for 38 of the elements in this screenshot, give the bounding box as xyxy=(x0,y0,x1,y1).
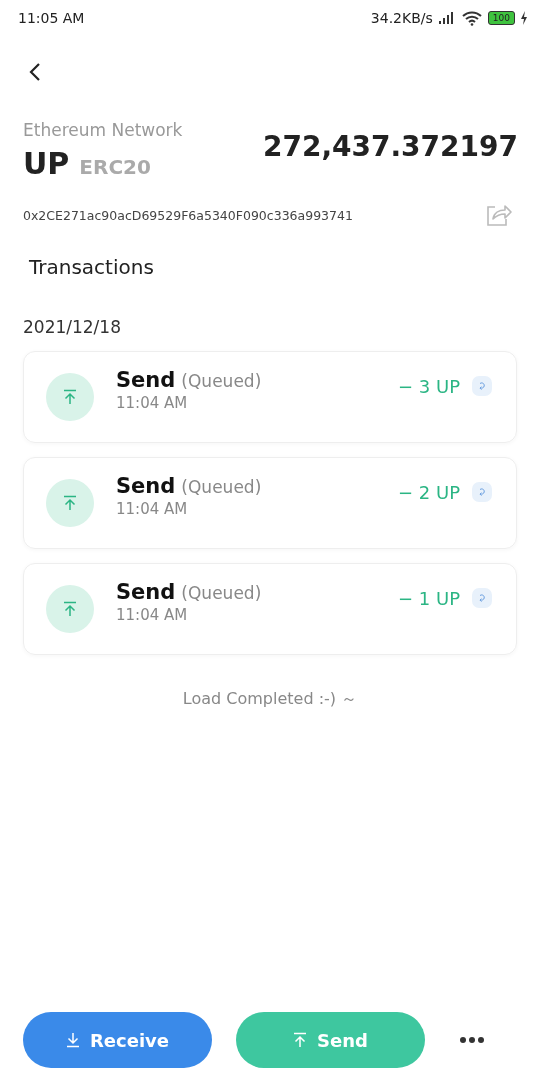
transaction-card[interactable]: Send (Queued) 11:04 AM − 1 UP xyxy=(23,563,517,655)
token-balance: 272,437.372197 xyxy=(262,130,518,165)
refresh-icon[interactable] xyxy=(472,588,492,608)
transaction-type: Send xyxy=(116,368,176,392)
transaction-status: (Queued) xyxy=(181,477,262,497)
load-status: Load Completed :-) ～ xyxy=(181,689,359,710)
transaction-amount: − 2 UP xyxy=(398,481,460,503)
token-standard: ERC20 xyxy=(79,155,151,179)
refresh-icon[interactable] xyxy=(472,376,492,396)
token-symbol: UP xyxy=(23,146,70,181)
section-title: Transactions xyxy=(28,254,155,279)
network-name: Ethereum Network xyxy=(23,120,183,140)
transaction-status: (Queued) xyxy=(181,583,262,603)
transaction-amount: − 1 UP xyxy=(398,587,460,609)
battery-indicator: 100 xyxy=(487,11,515,25)
refresh-icon[interactable] xyxy=(472,482,492,502)
upload-arrow-icon xyxy=(293,1032,308,1048)
share-icon[interactable] xyxy=(486,203,512,227)
clock-time: 11:05 AM xyxy=(18,10,85,26)
transaction-type: Send xyxy=(116,580,176,604)
transaction-card[interactable]: Send (Queued) 11:04 AM − 3 UP xyxy=(23,351,517,443)
transaction-time: 11:04 AM xyxy=(116,606,189,624)
back-icon[interactable] xyxy=(28,62,42,82)
date-heading: 2021/12/18 xyxy=(22,316,122,337)
transaction-card[interactable]: Send (Queued) 11:04 AM − 2 UP xyxy=(23,457,517,549)
transaction-time: 11:04 AM xyxy=(116,500,189,518)
charging-icon xyxy=(520,11,528,25)
signal-icon xyxy=(437,11,456,25)
more-icon[interactable] xyxy=(459,1036,485,1044)
transaction-status: (Queued) xyxy=(181,371,262,391)
wallet-address: 0x2CE271ac90acD69529F6a5340F090c336a993741 xyxy=(23,207,353,223)
transaction-type: Send xyxy=(116,474,176,498)
transaction-time: 11:04 AM xyxy=(116,394,189,412)
download-arrow-icon xyxy=(65,1032,80,1048)
network-speed: 34.2KB/s xyxy=(370,10,433,26)
receive-button[interactable]: Receive xyxy=(23,1012,212,1068)
transaction-amount: − 3 UP xyxy=(398,375,460,397)
wifi-icon xyxy=(460,10,483,26)
